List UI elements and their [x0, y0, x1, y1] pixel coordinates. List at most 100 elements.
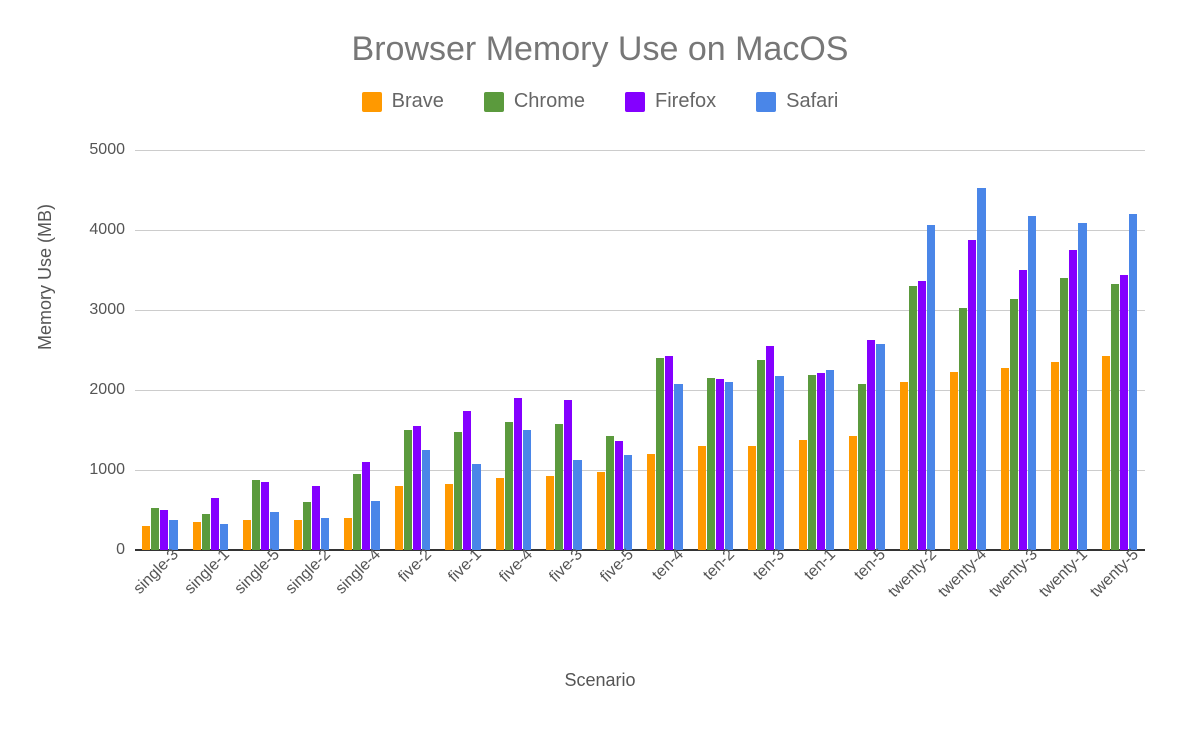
bar [665, 356, 673, 550]
bar [1051, 362, 1059, 550]
legend-item: Chrome [484, 90, 585, 113]
category-label: single-3 [121, 546, 183, 608]
grid-line [135, 230, 1145, 231]
bar [211, 498, 219, 550]
bar [193, 522, 201, 550]
grid-line [135, 390, 1145, 391]
bar [918, 281, 926, 550]
bar [597, 472, 605, 550]
bar [514, 398, 522, 550]
bar [624, 455, 632, 550]
bar [496, 478, 504, 550]
bar [927, 225, 935, 550]
bar [606, 436, 614, 550]
grid-line [135, 150, 1145, 151]
legend-label: Chrome [514, 90, 585, 113]
bar [977, 188, 985, 550]
y-tick-label: 3000 [75, 301, 125, 319]
legend-swatch [756, 92, 776, 112]
bar [1001, 368, 1009, 550]
bar [371, 501, 379, 550]
bar [858, 384, 866, 550]
legend-item: Safari [756, 90, 838, 113]
bar [849, 436, 857, 550]
bar [1019, 270, 1027, 550]
bar [1102, 356, 1110, 550]
bar [1028, 216, 1036, 550]
bar [615, 441, 623, 550]
bar [270, 512, 278, 550]
y-tick-label: 2000 [75, 381, 125, 399]
bar [748, 446, 756, 550]
bar [404, 430, 412, 550]
bar [454, 432, 462, 550]
bar [817, 373, 825, 550]
bar [151, 508, 159, 550]
bar [959, 308, 967, 550]
bar [698, 446, 706, 550]
bar [1120, 275, 1128, 550]
legend-item: Firefox [625, 90, 716, 113]
bar [395, 486, 403, 550]
chart-container: Browser Memory Use on MacOS Brave Chrome F… [0, 0, 1200, 742]
category-label: twenty-5 [1080, 546, 1142, 608]
bar [463, 411, 471, 550]
bar [523, 430, 531, 550]
bar [799, 440, 807, 550]
bar [546, 476, 554, 550]
bar [707, 378, 715, 550]
bar [422, 450, 430, 550]
bar [252, 480, 260, 550]
bar [1010, 299, 1018, 550]
x-axis-baseline [135, 549, 1145, 551]
bar [344, 518, 352, 550]
legend-item: Brave [362, 90, 444, 113]
grid-line [135, 310, 1145, 311]
bar [647, 454, 655, 550]
bar [876, 344, 884, 550]
bar [725, 382, 733, 550]
bar [968, 240, 976, 550]
legend-label: Safari [786, 90, 838, 113]
bar [808, 375, 816, 550]
bar [674, 384, 682, 550]
bar [1111, 284, 1119, 550]
bar [716, 379, 724, 550]
legend-swatch [484, 92, 504, 112]
bar [202, 514, 210, 550]
bar [656, 358, 664, 550]
y-tick-label: 5000 [75, 141, 125, 159]
legend-label: Brave [392, 90, 444, 113]
bar [1060, 278, 1068, 550]
bar [445, 484, 453, 550]
bar [362, 462, 370, 550]
bar [1078, 223, 1086, 550]
bar [909, 286, 917, 550]
grid-line [135, 470, 1145, 471]
bar [775, 376, 783, 550]
bar [505, 422, 513, 550]
bar [766, 346, 774, 550]
legend-swatch [362, 92, 382, 112]
bar [826, 370, 834, 550]
bar [757, 360, 765, 550]
bar [243, 520, 251, 550]
bar [867, 340, 875, 550]
bar [1069, 250, 1077, 550]
bar [413, 426, 421, 550]
bar [169, 520, 177, 550]
y-tick-label: 0 [75, 541, 125, 559]
y-tick-label: 4000 [75, 221, 125, 239]
y-tick-label: 1000 [75, 461, 125, 479]
bar [472, 464, 480, 550]
bar [950, 372, 958, 550]
bar [564, 400, 572, 550]
bar [160, 510, 168, 550]
chart-title: Browser Memory Use on MacOS [0, 30, 1200, 69]
legend-swatch [625, 92, 645, 112]
bar [142, 526, 150, 550]
legend-label: Firefox [655, 90, 716, 113]
plot-area: 010002000300040005000single-3single-1sin… [135, 150, 1145, 550]
bar [312, 486, 320, 550]
bar [353, 474, 361, 550]
